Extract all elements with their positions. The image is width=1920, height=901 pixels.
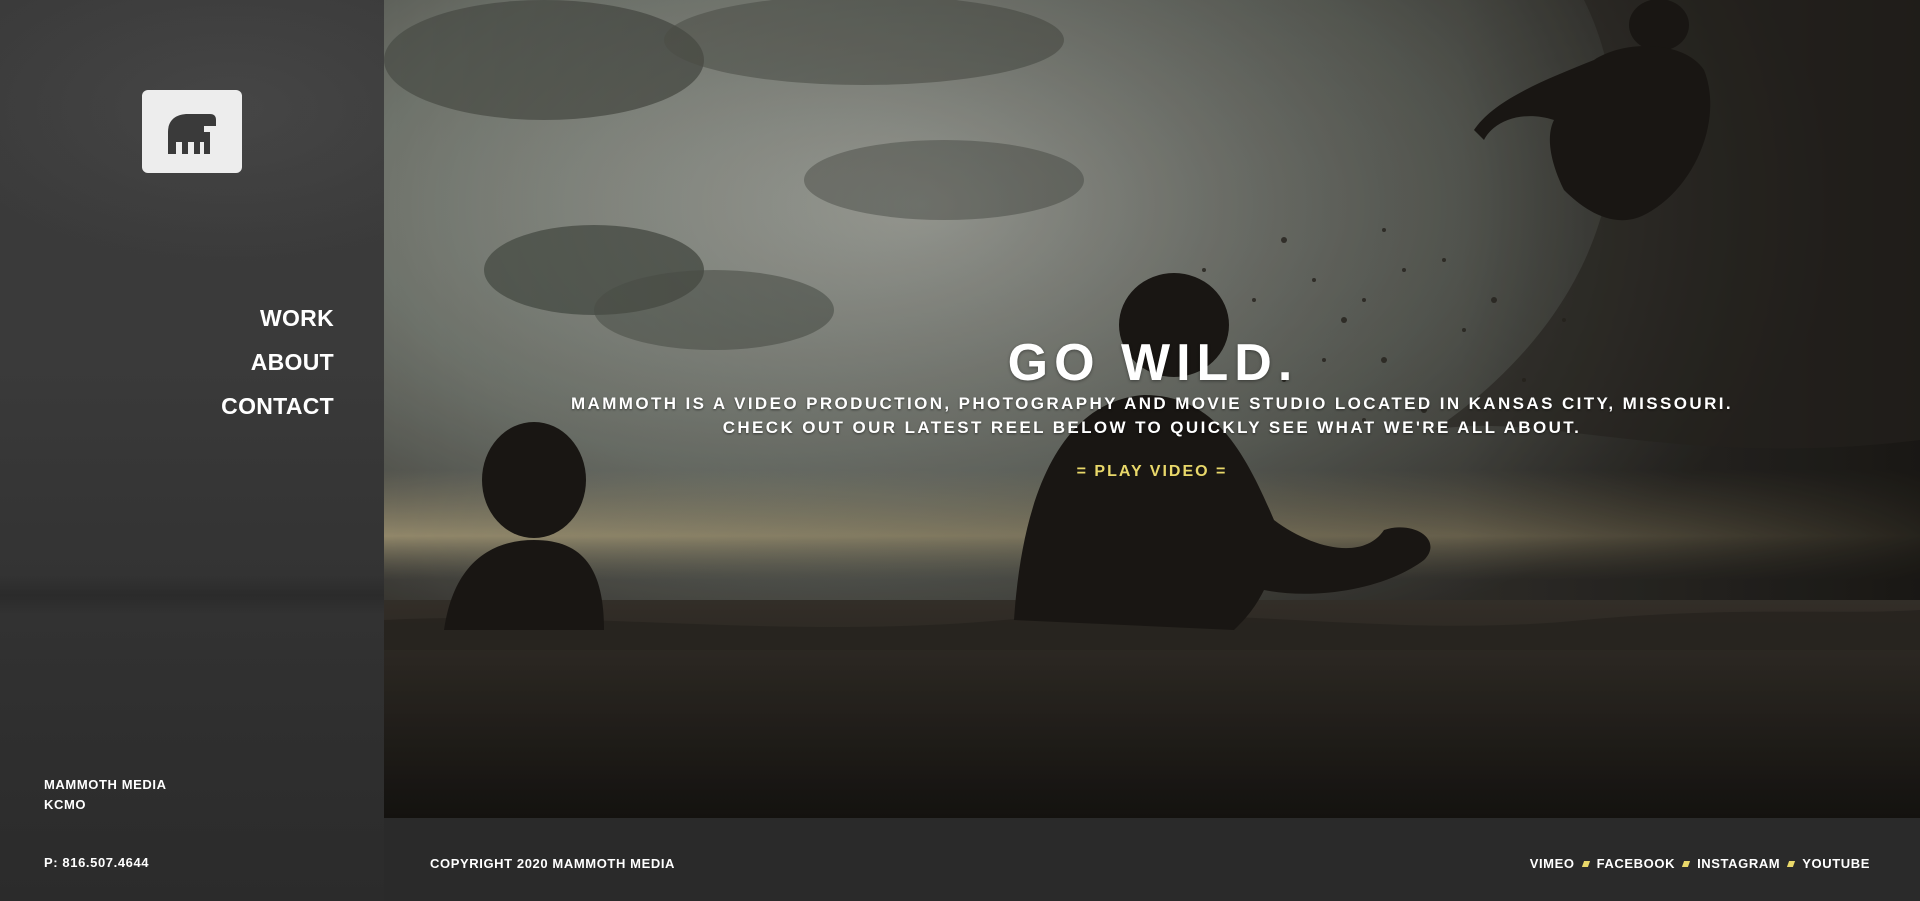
nav-contact-link[interactable]: CONTACT — [221, 384, 334, 428]
sidebar: WORK ABOUT CONTACT MAMMOTH MEDIA KCMO P:… — [0, 0, 384, 901]
footer: COPYRIGHT 2020 MAMMOTH MEDIA VIMEO FACEBO… — [384, 818, 1920, 901]
mammoth-logo-icon — [168, 113, 216, 154]
nav-about-link[interactable]: ABOUT — [221, 340, 334, 384]
separator-icon — [1581, 861, 1590, 868]
logo-link[interactable] — [142, 90, 242, 173]
phone-number: P: 816.507.4644 — [44, 855, 150, 870]
main-nav: WORK ABOUT CONTACT — [221, 296, 334, 428]
hero-content: GO WILD. MAMMOTH IS A VIDEO PRODUCTION, … — [384, 334, 1920, 481]
youtube-link[interactable]: YOUTUBE — [1802, 856, 1870, 871]
copyright-text: COPYRIGHT 2020 MAMMOTH MEDIA — [430, 856, 676, 871]
separator-icon — [1787, 861, 1796, 868]
social-links: VIMEO FACEBOOK INSTAGRAM YOUTUBE — [1530, 818, 1870, 901]
hero-title: GO WILD. — [1007, 334, 1299, 392]
hero-description-line-2: CHECK OUT OUR LATEST REEL BELOW TO QUICK… — [722, 418, 1582, 437]
page: WORK ABOUT CONTACT MAMMOTH MEDIA KCMO P:… — [0, 0, 1920, 901]
address-city: KCMO — [44, 797, 87, 812]
facebook-link[interactable]: FACEBOOK — [1597, 856, 1675, 871]
address-company: MAMMOTH MEDIA — [44, 777, 167, 792]
separator-icon — [1681, 861, 1691, 868]
play-video-button[interactable]: = PLAY VIDEO = — [1077, 463, 1228, 481]
instagram-link[interactable]: INSTAGRAM — [1697, 856, 1780, 871]
hero-description-line-1: MAMMOTH IS A VIDEO PRODUCTION, PHOTOGRAP… — [570, 394, 1734, 413]
nav-work-link[interactable]: WORK — [221, 296, 334, 340]
vimeo-link[interactable]: VIMEO — [1530, 856, 1575, 871]
hero: GO WILD. MAMMOTH IS A VIDEO PRODUCTION, … — [384, 0, 1920, 818]
address: MAMMOTH MEDIA KCMO — [44, 775, 167, 815]
